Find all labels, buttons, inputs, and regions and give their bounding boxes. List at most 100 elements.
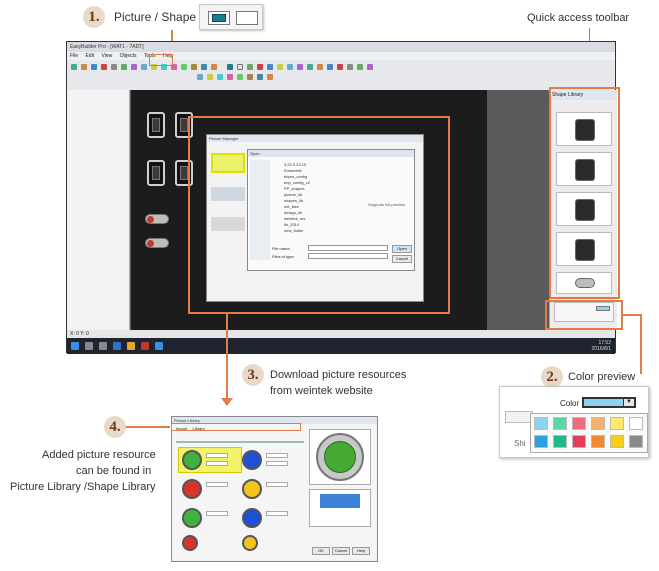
chevron-down-icon: ▼ [623,399,634,406]
line-icon[interactable] [257,64,263,70]
picture-icon[interactable] [227,64,233,70]
picture-shape-badge [199,4,263,30]
toggle-shape-2[interactable] [145,238,169,248]
item-label [266,482,288,487]
yellow-button-shape[interactable] [242,535,258,551]
item-label [206,511,228,516]
cut-icon[interactable] [101,64,107,70]
color-swatch[interactable] [553,435,567,448]
color-dropdown[interactable]: ▼ [582,397,636,408]
shape-button[interactable] [236,11,258,25]
preview-button [324,441,356,473]
quick-access-highlight [549,87,620,299]
browser-icon[interactable] [113,342,121,350]
callout-2-leader-h [622,314,642,316]
compile-icon[interactable] [191,64,197,70]
item-label [266,511,288,516]
redo-icon[interactable] [141,64,147,70]
folder-icon[interactable] [127,342,135,350]
toggle-shape-1[interactable] [145,214,169,224]
item-label [206,453,228,458]
cancel-button[interactable]: Cancel [332,547,350,555]
save-icon[interactable] [91,64,97,70]
ungroup-icon[interactable] [247,74,253,80]
color-swatch[interactable] [610,435,624,448]
open-icon[interactable] [81,64,87,70]
rect-icon[interactable] [267,64,273,70]
status-bar: X: 0 Y: 0 [67,330,615,338]
partial-field [505,411,533,423]
menu-objects[interactable]: Objects [120,53,137,59]
window-title: EasyBuilder Pro - [WAT1 - 7ADT] [67,42,615,52]
menu-edit[interactable]: Edit [85,53,94,59]
copy-icon[interactable] [111,64,117,70]
color-swatch[interactable] [572,417,586,430]
circle-icon[interactable] [277,64,283,70]
menu-file[interactable]: File [70,53,78,59]
front-icon[interactable] [257,74,263,80]
alarm-icon[interactable] [347,64,353,70]
callout-2-leader-v [640,314,642,374]
menu-view[interactable]: View [101,53,112,59]
library-list-selected[interactable] [320,494,360,508]
taskbar-date: 2016/8/1 [591,346,611,352]
callout-3-line-1: Download picture resources [270,369,407,381]
yellow-button-shape[interactable] [242,479,262,499]
red-button-shape[interactable] [182,479,202,499]
red-button-shape[interactable] [182,535,198,551]
download-icon[interactable] [211,64,217,70]
undo-icon[interactable] [131,64,137,70]
text-icon[interactable] [247,64,253,70]
color-preview-popup: Color ▼ Shi [499,386,649,458]
layer-icon[interactable] [181,64,187,70]
color-swatch[interactable] [591,417,605,430]
switch-shape-1[interactable] [147,112,165,138]
numeric-icon[interactable] [317,64,323,70]
back-icon[interactable] [267,74,273,80]
chart-icon[interactable] [357,64,363,70]
trend-icon[interactable] [337,64,343,70]
ascii-icon[interactable] [327,64,333,70]
meter-icon[interactable] [367,64,373,70]
color-preview-highlight [545,300,623,330]
shape-icon[interactable] [237,64,243,70]
item-label [266,461,288,466]
project-tree-panel[interactable] [67,90,130,330]
start-icon[interactable] [71,342,79,350]
color-swatch[interactable] [591,435,605,448]
callout-label-picture-shape: Picture / Shape [114,10,197,24]
color-icon[interactable] [207,74,213,80]
task-view-icon[interactable] [99,342,107,350]
fill-icon[interactable] [217,74,223,80]
font-icon[interactable] [197,74,203,80]
blue-button-shape[interactable] [242,508,262,528]
download-highlight [188,116,450,314]
green-button-shape[interactable] [182,508,202,528]
border-icon[interactable] [227,74,233,80]
color-swatch[interactable] [629,435,643,448]
callout-4-line-2: can be found in [76,465,152,477]
wordlamp-icon[interactable] [297,64,303,70]
color-swatch[interactable] [610,417,624,430]
color-swatch[interactable] [534,417,548,430]
paste-icon[interactable] [121,64,127,70]
color-swatch[interactable] [553,417,567,430]
blue-button-shape[interactable] [242,450,262,470]
picture-button[interactable] [208,11,230,25]
bitlamp-icon[interactable] [287,64,293,70]
new-icon[interactable] [71,64,77,70]
app-icon[interactable] [141,342,149,350]
switch-shape-3[interactable] [147,160,165,186]
ebpro-icon[interactable] [155,342,163,350]
green-button-shape[interactable] [182,450,202,470]
group-icon[interactable] [237,74,243,80]
simulate-icon[interactable] [201,64,207,70]
ok-button[interactable]: OK [312,547,330,555]
color-swatch[interactable] [534,435,548,448]
search-icon[interactable] [85,342,93,350]
help-button[interactable]: Help [352,547,370,555]
switch-icon[interactable] [307,64,313,70]
color-swatch[interactable] [572,435,586,448]
library-list[interactable] [309,489,371,527]
color-swatch[interactable] [629,417,643,430]
